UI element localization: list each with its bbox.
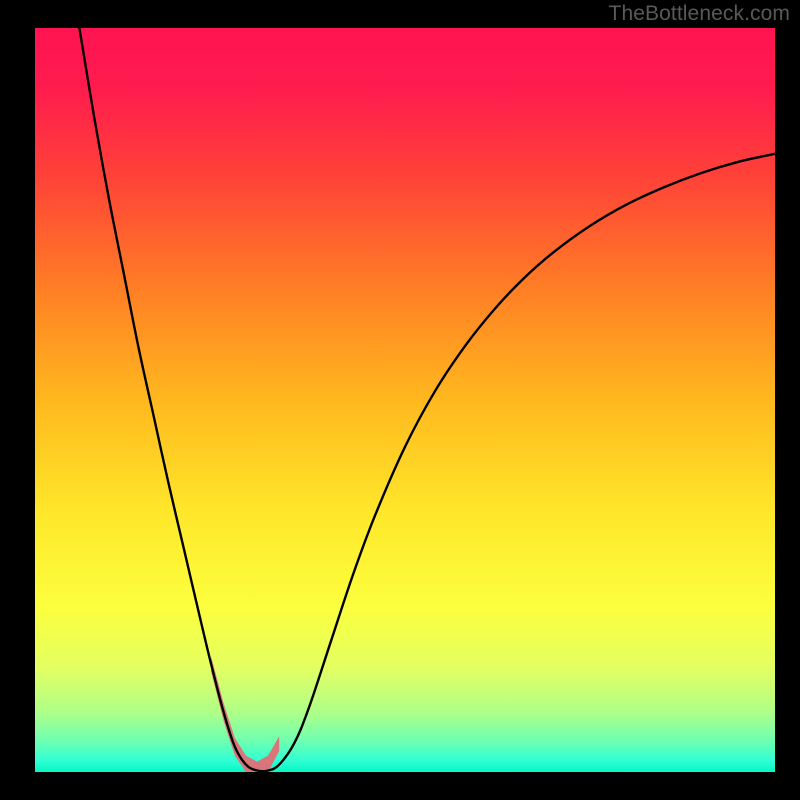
chart-svg bbox=[0, 0, 800, 800]
watermark-label: TheBottleneck.com bbox=[609, 2, 790, 26]
gradient-background bbox=[35, 28, 775, 772]
chart-stage: TheBottleneck.com bbox=[0, 0, 800, 800]
